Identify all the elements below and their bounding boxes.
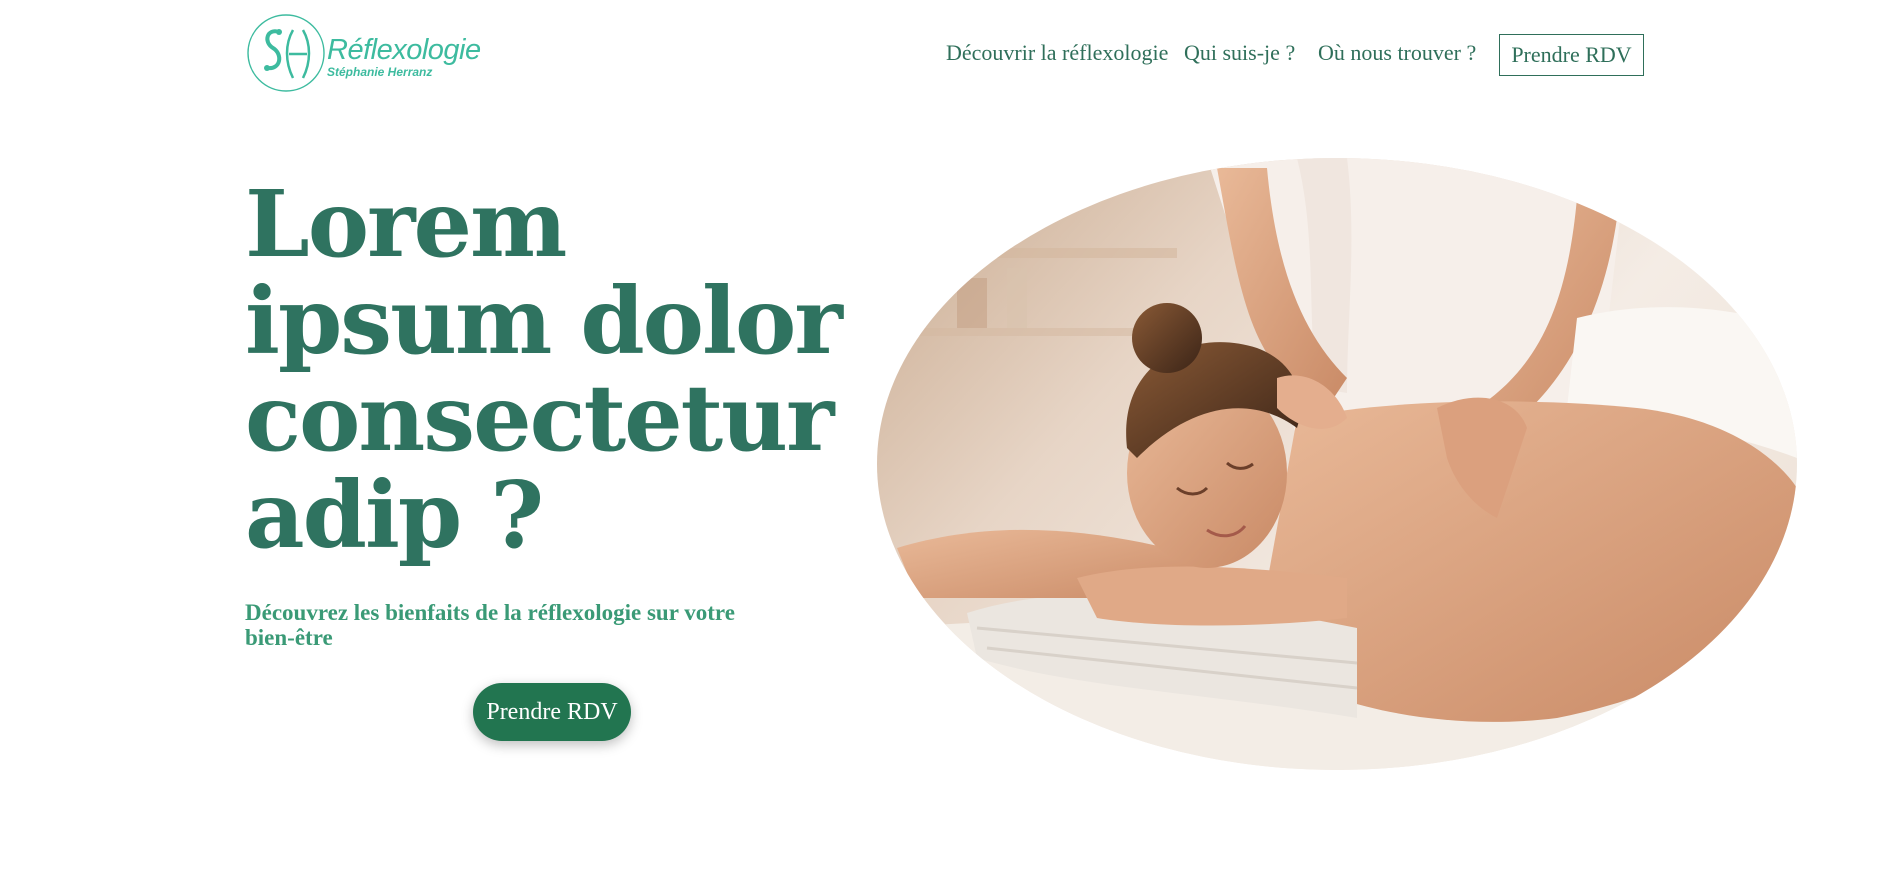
logo[interactable]: Réflexologie Stéphanie Herranz [245,12,485,94]
logo-title: Réflexologie [327,34,481,66]
nav-link-decouvrir[interactable]: Découvrir la réflexologie [946,40,1168,66]
nav-link-ou-nous-trouver[interactable]: Où nous trouver ? [1318,40,1476,66]
hero-appointment-button[interactable]: Prendre RDV [473,683,631,741]
hero-subtitle: Découvrez les bienfaits de la réflexolog… [245,600,735,650]
nav-appointment-button[interactable]: Prendre RDV [1499,34,1644,76]
logo-mark-icon [247,14,325,92]
hero-title: Lorem ipsum dolor consectetur adip ? [245,170,843,569]
logo-subtitle: Stéphanie Herranz [327,65,433,79]
nav-link-qui-suis-je[interactable]: Qui suis-je ? [1184,40,1295,66]
hero-massage-image [877,158,1797,770]
